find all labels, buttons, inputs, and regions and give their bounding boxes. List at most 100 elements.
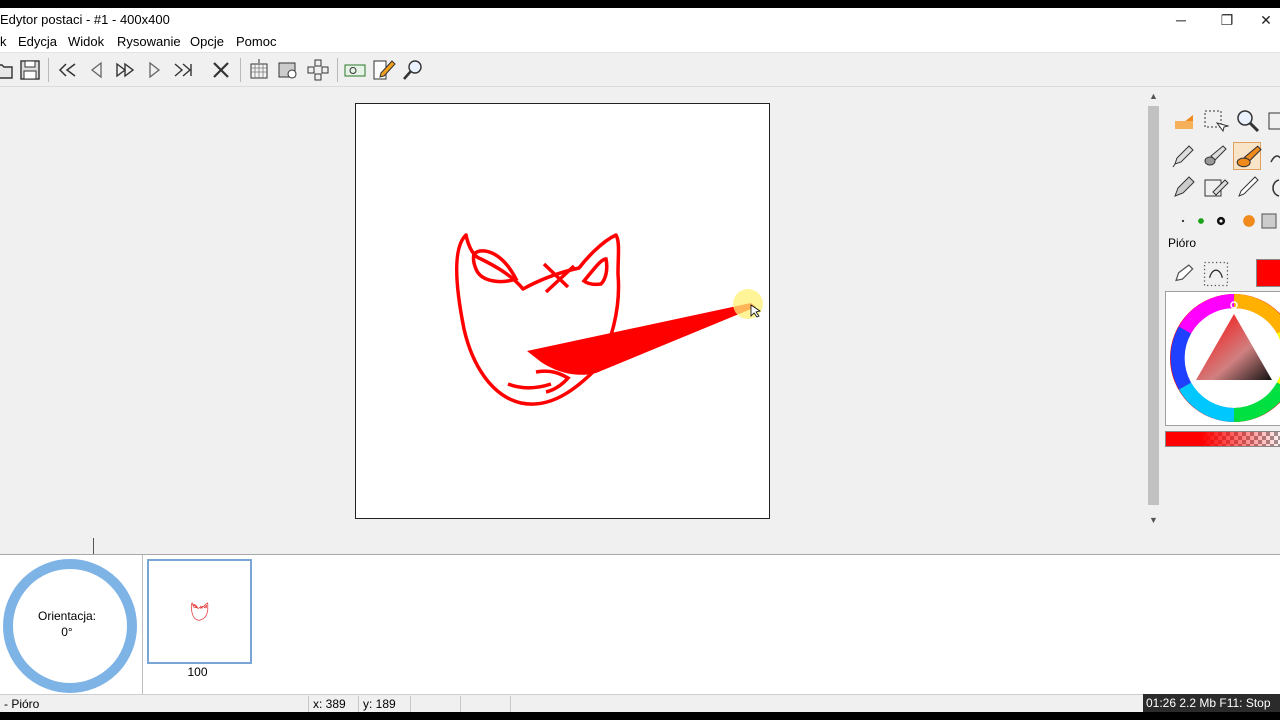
frame-thumbnail[interactable]: [147, 559, 252, 664]
face-outline-stroke: [454, 233, 621, 406]
next-frame-icon: [149, 61, 161, 79]
orientation-value: 0°: [61, 625, 73, 639]
line-tool-1[interactable]: [1169, 174, 1197, 202]
right-eye-stroke: [581, 257, 609, 287]
smudge-tool[interactable]: [1265, 142, 1280, 170]
status-bar: - Pióro x: 389 y: 189: [0, 694, 1280, 712]
timeline-ruler: [0, 532, 1280, 554]
menu-edycja[interactable]: Edycja: [18, 34, 57, 49]
pen-option-icon: [1175, 264, 1194, 282]
last-frame-icon: [174, 63, 192, 77]
restore-button[interactable]: ❐: [1204, 8, 1250, 32]
save-button[interactable]: [18, 58, 42, 82]
minimize-button[interactable]: ─: [1158, 8, 1204, 32]
pen-tool[interactable]: [1233, 142, 1262, 170]
menu-widok[interactable]: Widok: [68, 34, 104, 49]
brush-icon: [1204, 145, 1227, 166]
color-picker[interactable]: [1165, 291, 1280, 426]
minimize-icon: ─: [1176, 12, 1186, 28]
play-button[interactable]: [113, 58, 137, 82]
menu-pomoc[interactable]: Pomoc: [236, 34, 276, 49]
status-separator: [358, 696, 359, 712]
first-frame-icon: [58, 63, 76, 77]
mouth-stroke: [507, 369, 571, 394]
size-black[interactable]: [1207, 207, 1231, 227]
drawing-layer: [454, 233, 763, 406]
select-tool[interactable]: [1201, 107, 1229, 135]
status-y: y: 189: [363, 697, 396, 711]
tool-option-2[interactable]: [1202, 260, 1229, 287]
status-separator: [510, 696, 511, 712]
frame-tool[interactable]: [1265, 107, 1280, 135]
line-tool-2[interactable]: [1201, 174, 1229, 202]
zoom-tool[interactable]: [1233, 107, 1261, 135]
smudge-icon: [1270, 155, 1280, 163]
status-separator: [460, 696, 461, 712]
drawing-canvas[interactable]: [355, 103, 770, 519]
restore-icon: ❐: [1220, 11, 1234, 28]
cursor-highlight: [733, 289, 763, 319]
selection-icon: [1204, 110, 1229, 133]
status-tool: - Pióro: [4, 697, 40, 711]
frame-number: 100: [187, 665, 208, 679]
frame-view-button[interactable]: [343, 58, 367, 82]
canvas-area: [0, 88, 1145, 528]
scroll-up-icon[interactable]: ▲: [1145, 88, 1162, 104]
size-texture[interactable]: [1255, 207, 1279, 229]
menu-file[interactable]: k: [0, 34, 7, 49]
tool-option-1[interactable]: [1171, 260, 1194, 282]
scroll-down-icon[interactable]: ▼: [1145, 512, 1162, 528]
window-title: Edytor postaci - #1 - 400x400: [0, 12, 170, 27]
fine-pen-icon: [1238, 176, 1259, 197]
canvas-grid-button[interactable]: [247, 58, 271, 82]
menu-rysowanie[interactable]: Rysowanie: [117, 34, 181, 49]
frame-icon: [1268, 112, 1280, 130]
zoom-tool-icon: [403, 60, 422, 80]
frame-view-icon: [344, 64, 366, 77]
recorder-status: 01:26 2.2 Mb F11: Stop: [1143, 694, 1280, 712]
dot-black-icon: [1216, 216, 1226, 226]
save-icon: [20, 60, 40, 80]
status-separator: [410, 696, 411, 712]
close-button[interactable]: ✕: [1252, 8, 1280, 32]
layers-icon: [1175, 115, 1193, 129]
pen-stroke-wedge: [527, 303, 756, 375]
delete-frame-button[interactable]: [209, 58, 233, 82]
editor-window: Edytor postaci - #1 - 400x400 ─ ❐ ✕ k Ed…: [0, 8, 1280, 712]
frame-thumbnail-image: [190, 602, 209, 621]
color-wheel: [1170, 294, 1280, 422]
scroll-thumb[interactable]: [1148, 106, 1159, 505]
crosshair-icon: [307, 59, 329, 81]
timeline-marker[interactable]: [93, 538, 94, 554]
last-frame-button[interactable]: [171, 58, 195, 82]
curve-icon: [1272, 179, 1280, 197]
texture-icon: [1261, 213, 1277, 229]
open-button[interactable]: [0, 58, 16, 82]
vertical-scrollbar[interactable]: ▲ ▼: [1145, 88, 1162, 528]
opacity-gradient-bar[interactable]: [1165, 431, 1280, 447]
status-separator: [308, 696, 309, 712]
play-icon: [116, 62, 135, 78]
open-icon: [0, 64, 13, 79]
next-frame-button[interactable]: [142, 58, 166, 82]
frames-panel: Orientacja: 0° 100: [0, 554, 1280, 695]
line-tool-3[interactable]: [1233, 174, 1261, 202]
toolbar-separator: [48, 58, 49, 82]
preview-button[interactable]: [276, 58, 300, 82]
toolbar-separator: [240, 58, 241, 82]
prev-frame-button[interactable]: [85, 58, 109, 82]
curve-tool[interactable]: [1265, 174, 1280, 202]
pen-edit-button[interactable]: [372, 58, 396, 82]
fill-tool[interactable]: [1169, 107, 1197, 135]
status-x: x: 389: [313, 697, 346, 711]
menu-opcje[interactable]: Opcje: [190, 34, 224, 49]
current-color-swatch[interactable]: [1256, 259, 1280, 287]
preview-icon: [278, 62, 297, 79]
first-frame-button[interactable]: [56, 58, 80, 82]
pen-edit-icon: [373, 60, 396, 80]
zoom-tool-button[interactable]: [401, 58, 425, 82]
crosshair-button[interactable]: [306, 58, 330, 82]
brush-tool-1[interactable]: [1169, 142, 1197, 170]
magnifier-icon: [1237, 110, 1260, 133]
brush-tool-2[interactable]: [1201, 142, 1229, 170]
